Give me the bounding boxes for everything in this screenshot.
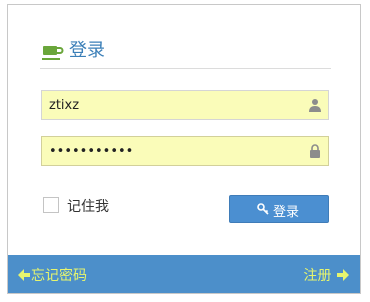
login-button-label: 登录 bbox=[273, 205, 300, 220]
remember-checkbox[interactable] bbox=[43, 197, 59, 213]
login-footer: 忘记密码 注册 bbox=[8, 255, 360, 293]
lock-icon bbox=[310, 144, 320, 158]
coffee-cup-icon bbox=[42, 46, 64, 60]
register-label: 注册 bbox=[303, 268, 332, 284]
username-input[interactable] bbox=[42, 91, 309, 119]
page-title: 登录 bbox=[69, 40, 105, 61]
register-link[interactable]: 注册 bbox=[303, 265, 350, 284]
forgot-password-label: 忘记密码 bbox=[31, 268, 87, 284]
arrow-left-icon bbox=[18, 269, 30, 281]
login-button[interactable]: 登录 bbox=[229, 195, 329, 223]
password-input[interactable] bbox=[42, 137, 309, 165]
remember-label: 记住我 bbox=[67, 199, 109, 215]
username-field[interactable] bbox=[41, 90, 329, 120]
forgot-password-link[interactable]: 忘记密码 bbox=[17, 265, 87, 284]
user-icon bbox=[309, 99, 321, 112]
login-card: 登录 记住我 登录 忘记密码 注册 bbox=[7, 4, 361, 294]
login-header: 登录 bbox=[40, 40, 331, 69]
password-field[interactable] bbox=[41, 136, 329, 166]
arrow-right-icon bbox=[337, 269, 349, 281]
key-icon bbox=[257, 203, 269, 215]
